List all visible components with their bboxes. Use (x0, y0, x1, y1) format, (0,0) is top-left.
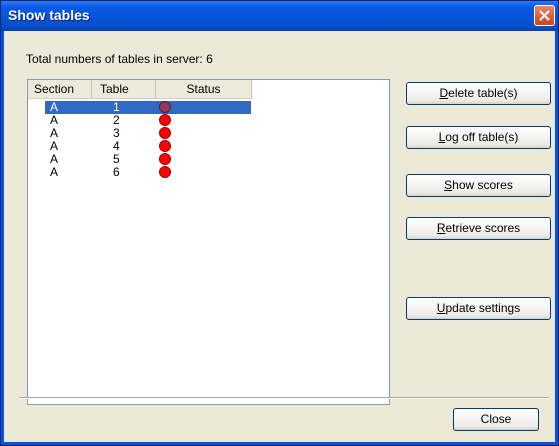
button-label: etrieve scores (445, 221, 521, 235)
close-window-button[interactable] (534, 5, 555, 26)
button-label: how scores (452, 178, 513, 192)
show-tables-dialog: Show tables Total numbers of tables in s… (0, 0, 559, 446)
mnemonic-letter: D (439, 86, 449, 100)
column-header-label: Status (186, 82, 221, 96)
mnemonic-letter: S (444, 178, 453, 192)
table-row[interactable]: A 2 (28, 114, 389, 127)
status-indicator (159, 127, 171, 139)
column-header-label: Section (34, 82, 75, 96)
table-cell: 6 (113, 165, 120, 179)
section-cell: A (50, 165, 59, 179)
delete-tables-button[interactable]: Delete table(s) (406, 82, 551, 105)
column-header-section[interactable]: Section (28, 80, 92, 99)
window-title: Show tables (8, 7, 90, 23)
selection-highlight (45, 101, 251, 114)
title-bar[interactable]: Show tables (1, 1, 558, 31)
table-row[interactable]: A 3 (28, 127, 389, 140)
status-indicator (159, 166, 171, 178)
button-label: pdate settings (445, 301, 521, 315)
status-indicator (159, 101, 171, 113)
list-header: Section Table Status (28, 80, 389, 100)
tables-list[interactable]: Section Table Status A 1 A 2 A 3 A 4 A 5… (27, 79, 390, 405)
table-row[interactable]: A 5 (28, 153, 389, 166)
retrieve-scores-button[interactable]: Retrieve scores (406, 217, 551, 240)
show-scores-button[interactable]: Show scores (406, 174, 551, 197)
dialog-body: Total numbers of tables in server: 6 Sec… (4, 31, 555, 442)
log-off-tables-button[interactable]: Log off table(s) (406, 126, 551, 149)
column-header-status[interactable]: Status (156, 80, 252, 99)
table-row[interactable]: A 4 (28, 140, 389, 153)
column-header-table[interactable]: Table (92, 80, 156, 99)
status-indicator (159, 114, 171, 126)
table-row[interactable]: A 6 (28, 166, 389, 179)
button-label: og off table(s) (445, 130, 519, 144)
status-indicator (159, 140, 171, 152)
table-row[interactable]: A 1 (28, 101, 389, 114)
button-label: elete table(s) (448, 86, 518, 100)
column-header-label: Table (100, 82, 129, 96)
status-indicator (159, 153, 171, 165)
close-button[interactable]: Close (453, 408, 539, 431)
table-count-text: Total numbers of tables in server: 6 (26, 52, 213, 66)
update-settings-button[interactable]: Update settings (406, 297, 551, 320)
divider (19, 397, 549, 399)
